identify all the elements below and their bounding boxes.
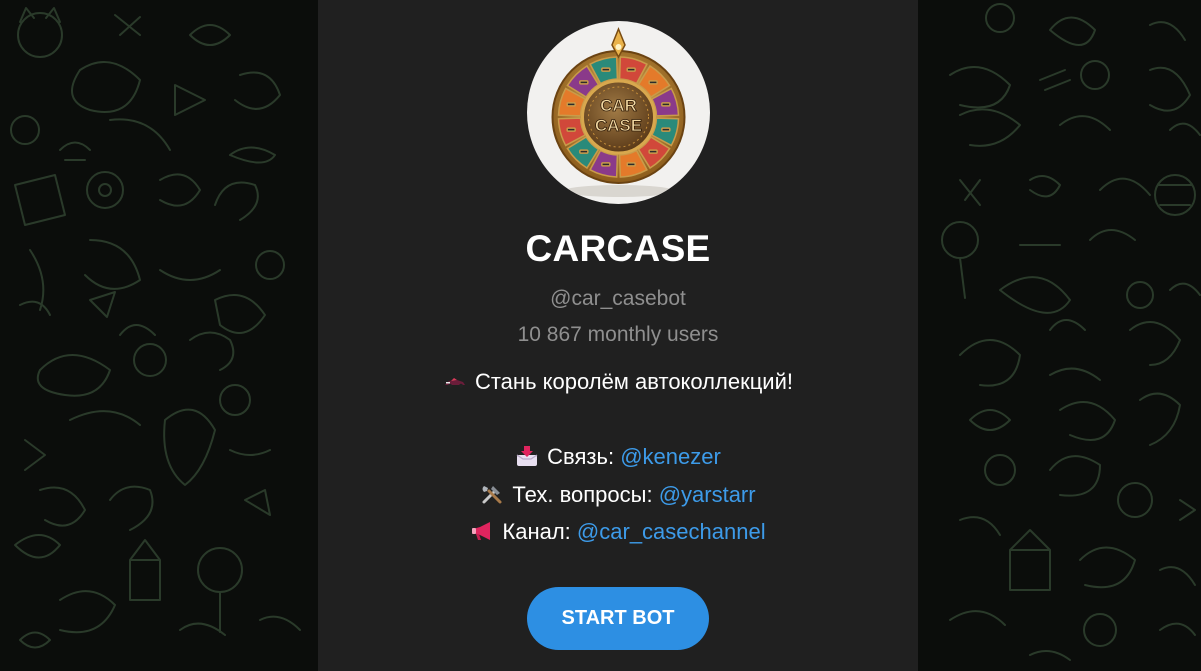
monthly-users-count: 10 867 monthly users — [517, 323, 719, 346]
bot-avatar: CAR CASE — [527, 21, 710, 204]
wheel-car-mark — [626, 162, 636, 167]
hammer-and-wrench-icon — [482, 486, 502, 504]
inbox-tray-icon — [516, 446, 538, 466]
bot-profile-card: CAR CASE CARCASE @car_casebot 10 867 mon… — [318, 0, 918, 671]
avatar-label-bottom: CASE — [595, 116, 642, 135]
support-link[interactable]: @yarstarr — [659, 482, 756, 507]
bot-name: CARCASE — [525, 228, 711, 269]
wheel-car-mark — [566, 127, 576, 132]
bot-username[interactable]: @car_casebot — [318, 287, 918, 311]
support-label: Тех. вопросы: — [512, 482, 653, 507]
wheel-car-mark — [648, 80, 658, 85]
telegram-bot-preview-page: CAR CASE CARCASE @car_casebot 10 867 mon… — [0, 0, 1201, 671]
case-wheel-logo: CAR CASE — [551, 27, 686, 197]
support-line: Тех. вопросы: @yarstarr — [318, 482, 918, 508]
avatar-label-top: CAR — [600, 96, 637, 115]
start-bot-button[interactable]: START BOT — [527, 587, 709, 650]
wheel-car-mark — [661, 102, 671, 107]
channel-label: Канал: — [502, 519, 571, 544]
wheel-car-mark — [579, 149, 589, 154]
wheel-car-mark — [601, 162, 611, 167]
contact-label: Связь: — [547, 444, 615, 469]
megaphone-icon — [472, 522, 491, 540]
channel-line: Канал: @car_casechannel — [318, 519, 918, 545]
wheel-car-mark — [648, 149, 658, 154]
description-tagline-line: Стань королём автоколлекций! — [318, 369, 918, 395]
wheel-car-mark — [566, 102, 576, 107]
wheel-car-mark — [579, 80, 589, 85]
race-car-icon — [444, 378, 465, 389]
wheel-car-mark — [661, 127, 671, 132]
contact-line: Связь: @kenezer — [318, 444, 918, 470]
channel-link[interactable]: @car_casechannel — [577, 519, 766, 544]
tagline-text: Стань королём автоколлекций! — [474, 369, 794, 394]
contact-link[interactable]: @kenezer — [620, 444, 721, 469]
wheel-car-mark — [601, 67, 611, 72]
wheel-car-mark — [626, 67, 636, 72]
